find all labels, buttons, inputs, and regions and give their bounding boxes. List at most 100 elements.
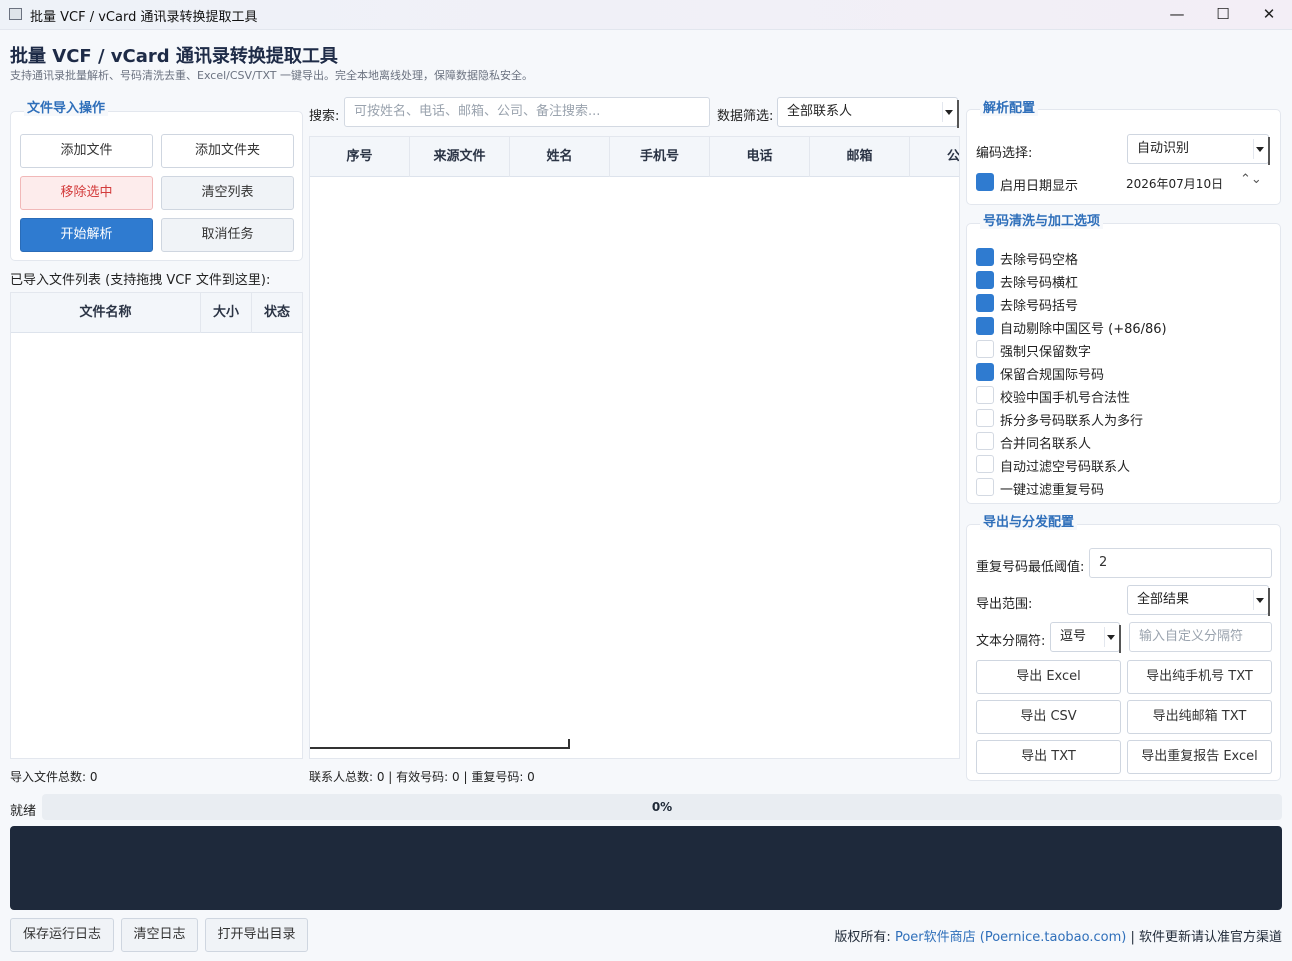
range-select-value: 全部结果 xyxy=(1137,592,1190,607)
encoding-select[interactable]: 自动识别 xyxy=(1127,134,1270,165)
encoding-select-value: 自动识别 xyxy=(1137,141,1190,156)
chevron-down-icon xyxy=(942,102,954,122)
save-log-button[interactable]: 保存运行日志 xyxy=(10,918,114,952)
column-status[interactable]: 状态 xyxy=(252,293,302,333)
clear-list-button[interactable]: 清空列表 xyxy=(161,176,294,210)
copyright-suffix: | 软件更新请认准官方渠道 xyxy=(1130,930,1282,945)
column-size[interactable]: 大小 xyxy=(201,293,252,333)
app-icon xyxy=(9,8,22,20)
clean-option-checkbox[interactable] xyxy=(976,363,994,381)
clean-option-label: 去除号码横杠 xyxy=(1000,276,1079,291)
filter-label: 数据筛选: xyxy=(717,109,774,124)
date-stepper-icon[interactable]: ⌃⌄ xyxy=(1240,172,1262,187)
clean-option-label: 去除号码括号 xyxy=(1000,299,1079,314)
log-console[interactable] xyxy=(10,826,1282,910)
range-label: 导出范围: xyxy=(976,597,1033,612)
column-company[interactable]: 公 xyxy=(910,137,959,177)
column-phone[interactable]: 电话 xyxy=(710,137,810,177)
clean-option-checkbox[interactable] xyxy=(976,294,994,312)
progress-bar: 0% xyxy=(42,794,1282,820)
clean-option-checkbox[interactable] xyxy=(976,271,994,289)
date-display-checkbox[interactable] xyxy=(976,173,994,191)
remove-selected-button[interactable]: 移除选中 xyxy=(20,176,153,210)
copyright-link[interactable]: Poer软件商店 (Poernice.taobao.com) xyxy=(895,930,1126,945)
title-bar: 批量 VCF / vCard 通讯录转换提取工具 — ☐ ✕ xyxy=(0,0,1292,30)
export-txt-button[interactable]: 导出 TXT xyxy=(976,740,1121,774)
column-source-file[interactable]: 来源文件 xyxy=(410,137,510,177)
chevron-down-icon xyxy=(1253,590,1265,610)
separator-select-value: 逗号 xyxy=(1060,629,1087,644)
export-csv-button[interactable]: 导出 CSV xyxy=(976,700,1121,734)
file-total-status: 导入文件总数: 0 xyxy=(10,770,98,784)
clean-option-checkbox[interactable] xyxy=(976,455,994,473)
page-title: 批量 VCF / vCard 通讯录转换提取工具 xyxy=(10,46,338,67)
page-subtitle: 支持通讯录批量解析、号码清洗去重、Excel/CSV/TXT 一键导出。完全本地… xyxy=(10,69,534,82)
chevron-down-icon xyxy=(1104,627,1116,647)
date-display-label: 启用日期显示 xyxy=(1000,179,1079,194)
close-button[interactable]: ✕ xyxy=(1246,0,1292,30)
threshold-input[interactable]: 2 xyxy=(1089,548,1272,578)
encoding-label: 编码选择: xyxy=(976,146,1033,161)
contacts-header: 序号 来源文件 姓名 手机号 电话 邮箱 公 xyxy=(310,137,959,177)
copyright: 版权所有: Poer软件商店 (Poernice.taobao.com) | 软… xyxy=(834,926,1282,945)
export-config-title: 导出与分发配置 xyxy=(980,511,1078,530)
window-title: 批量 VCF / vCard 通讯录转换提取工具 xyxy=(30,10,258,25)
column-email[interactable]: 邮箱 xyxy=(810,137,910,177)
file-list-table[interactable]: 文件名称 大小 状态 xyxy=(10,292,303,759)
export-excel-button[interactable]: 导出 Excel xyxy=(976,660,1121,694)
parse-config-title: 解析配置 xyxy=(980,97,1039,116)
separator-select[interactable]: 逗号 xyxy=(1050,622,1121,653)
threshold-label: 重复号码最低阈值: xyxy=(976,560,1085,575)
clean-option-label: 一键过滤重复号码 xyxy=(1000,483,1105,498)
column-index[interactable]: 序号 xyxy=(310,137,410,177)
import-group-title: 文件导入操作 xyxy=(24,97,109,116)
cancel-task-button[interactable]: 取消任务 xyxy=(161,218,294,252)
start-parse-button[interactable]: 开始解析 xyxy=(20,218,153,252)
range-select[interactable]: 全部结果 xyxy=(1127,585,1270,616)
clean-option-checkbox[interactable] xyxy=(976,409,994,427)
progress-status: 就绪 xyxy=(10,804,37,819)
clean-option-label: 保留合规国际号码 xyxy=(1000,368,1105,383)
maximize-button[interactable]: ☐ xyxy=(1200,0,1246,30)
filter-select-value: 全部联系人 xyxy=(787,104,853,119)
export-email-txt-button[interactable]: 导出纯邮箱 TXT xyxy=(1127,700,1272,734)
minimize-button[interactable]: — xyxy=(1154,0,1200,30)
contacts-table[interactable]: 序号 来源文件 姓名 手机号 电话 邮箱 公 xyxy=(309,136,960,759)
clean-option-checkbox[interactable] xyxy=(976,248,994,266)
clean-option-label: 强制只保留数字 xyxy=(1000,345,1092,360)
search-input[interactable]: 可按姓名、电话、邮箱、公司、备注搜索... xyxy=(344,97,710,127)
open-export-dir-button[interactable]: 打开导出目录 xyxy=(205,918,308,952)
custom-separator-input[interactable]: 输入自定义分隔符 xyxy=(1129,622,1272,652)
clean-option-label: 自动剔除中国区号 (+86/86) xyxy=(1000,322,1167,337)
clean-option-checkbox[interactable] xyxy=(976,432,994,450)
clean-option-checkbox[interactable] xyxy=(976,317,994,335)
horizontal-scrollbar[interactable] xyxy=(310,747,570,749)
clean-option-label: 去除号码空格 xyxy=(1000,253,1079,268)
separator-label: 文本分隔符: xyxy=(976,634,1046,649)
clean-options-title: 号码清洗与加工选项 xyxy=(980,210,1104,229)
column-mobile[interactable]: 手机号 xyxy=(610,137,710,177)
clean-option-label: 自动过滤空号码联系人 xyxy=(1000,460,1131,475)
date-value[interactable]: 2026年07月10日 xyxy=(1126,175,1223,192)
export-dup-report-button[interactable]: 导出重复报告 Excel xyxy=(1127,740,1272,774)
add-folder-button[interactable]: 添加文件夹 xyxy=(161,134,294,168)
clean-option-checkbox[interactable] xyxy=(976,340,994,358)
export-phone-txt-button[interactable]: 导出纯手机号 TXT xyxy=(1127,660,1272,694)
column-file-name[interactable]: 文件名称 xyxy=(11,293,201,333)
progress-percent: 0% xyxy=(651,800,673,814)
clean-option-label: 拆分多号码联系人为多行 xyxy=(1000,414,1144,429)
chevron-down-icon xyxy=(1253,139,1265,159)
file-list-label: 已导入文件列表 (支持拖拽 VCF 文件到这里): xyxy=(10,273,271,288)
filter-select[interactable]: 全部联系人 xyxy=(777,97,959,128)
contacts-summary: 联系人总数: 0 | 有效号码: 0 | 重复号码: 0 xyxy=(309,770,535,784)
column-name[interactable]: 姓名 xyxy=(510,137,610,177)
clean-option-label: 校验中国手机号合法性 xyxy=(1000,391,1131,406)
search-label: 搜索: xyxy=(309,109,340,124)
file-list-header: 文件名称 大小 状态 xyxy=(11,293,302,333)
clean-option-checkbox[interactable] xyxy=(976,386,994,404)
copyright-prefix: 版权所有: xyxy=(834,930,891,945)
add-file-button[interactable]: 添加文件 xyxy=(20,134,153,168)
clear-log-button[interactable]: 清空日志 xyxy=(121,918,198,952)
clean-option-checkbox[interactable] xyxy=(976,478,994,496)
clean-option-label: 合并同名联系人 xyxy=(1000,437,1092,452)
